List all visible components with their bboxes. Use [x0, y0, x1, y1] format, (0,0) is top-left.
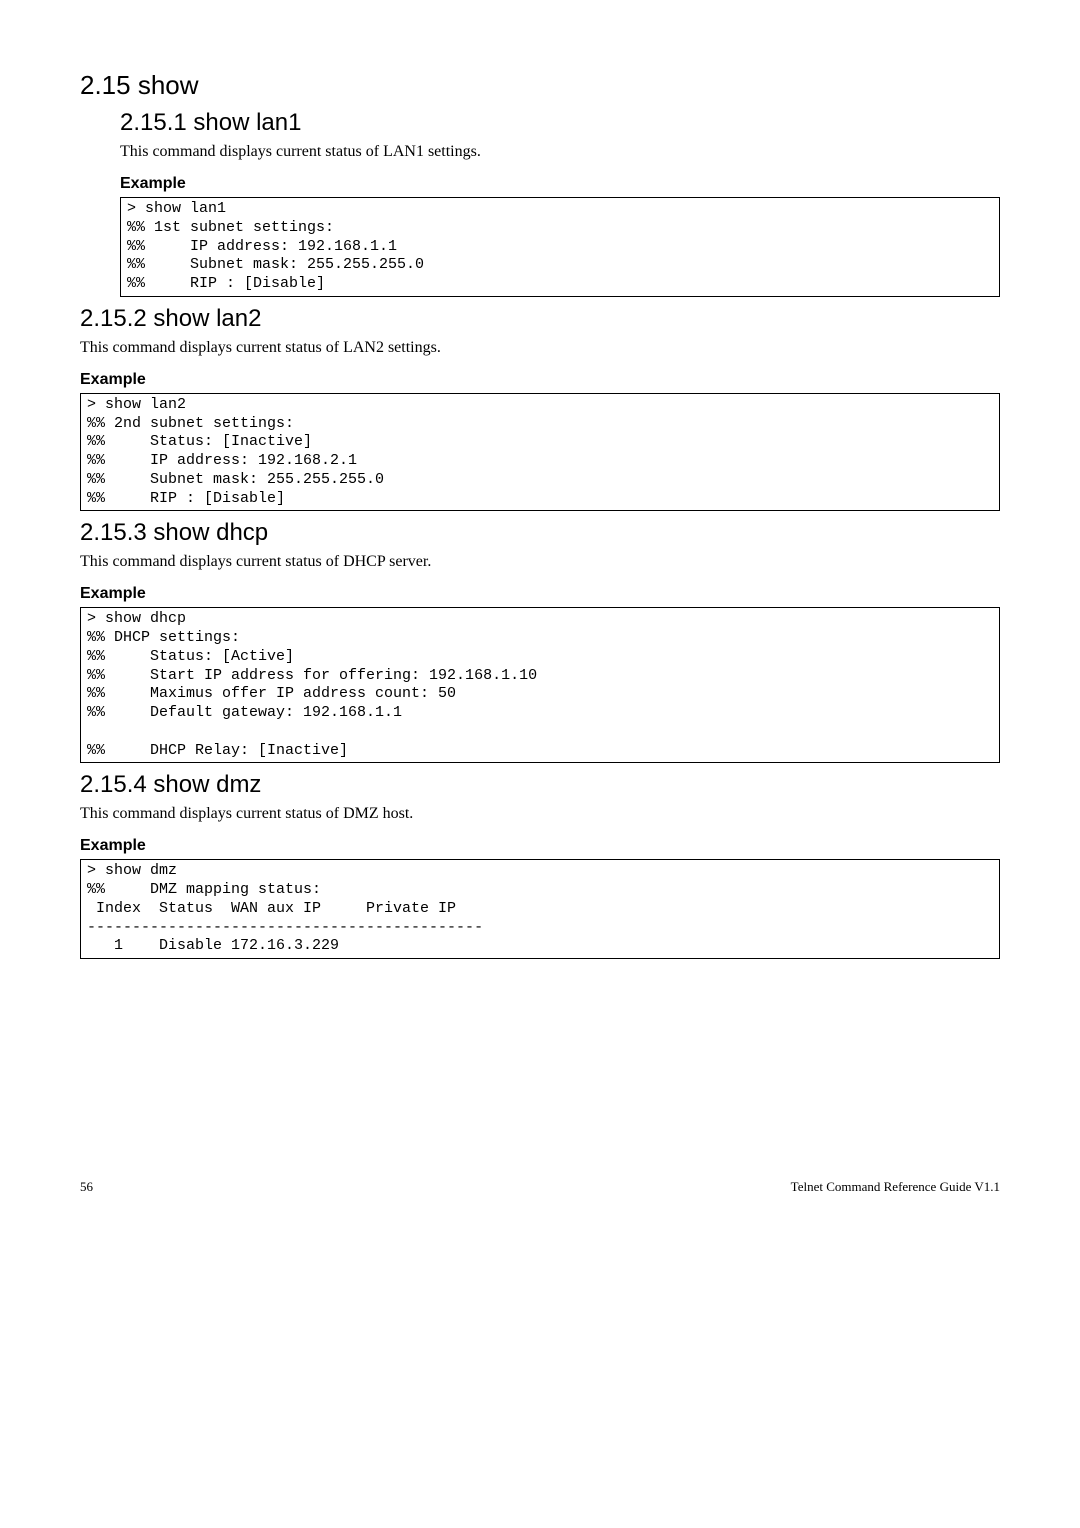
example-label: Example: [120, 175, 1000, 193]
subsection-heading-dmz: 2.15.4 show dmz: [80, 771, 1000, 799]
description-text: This command displays current status of …: [80, 553, 1000, 571]
code-block: > show lan2 %% 2nd subnet settings: %% S…: [80, 393, 1000, 512]
description-text: This command displays current status of …: [80, 805, 1000, 823]
subsection-heading-lan2: 2.15.2 show lan2: [80, 305, 1000, 333]
page-number: 56: [80, 1179, 93, 1195]
section-heading: 2.15 show: [80, 70, 1000, 101]
description-text: This command displays current status of …: [80, 339, 1000, 357]
subsection-heading-lan1: 2.15.1 show lan1: [120, 109, 1000, 137]
code-block: > show lan1 %% 1st subnet settings: %% I…: [120, 197, 1000, 297]
subsection-heading-dhcp: 2.15.3 show dhcp: [80, 519, 1000, 547]
code-block: > show dhcp %% DHCP settings: %% Status:…: [80, 607, 1000, 763]
footer-title: Telnet Command Reference Guide V1.1: [791, 1179, 1000, 1195]
example-label: Example: [80, 585, 1000, 603]
code-block: > show dmz %% DMZ mapping status: Index …: [80, 859, 1000, 959]
example-label: Example: [80, 371, 1000, 389]
description-text: This command displays current status of …: [120, 143, 1000, 161]
example-label: Example: [80, 837, 1000, 855]
